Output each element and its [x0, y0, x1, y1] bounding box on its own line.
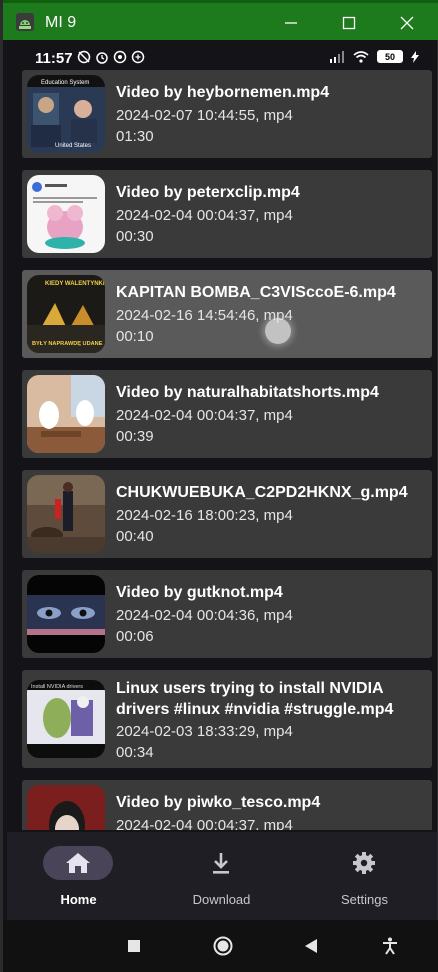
download-icon — [213, 853, 229, 874]
video-date: 2024-02-04 00:04:37, mp4 — [116, 817, 293, 830]
sync-icon — [113, 50, 127, 64]
thumbnail-caption-top: KIEDY WALENTYNKI — [45, 281, 105, 287]
video-list-item[interactable]: Video by piwko_tesco.mp4 2024-02-04 00:0… — [22, 780, 432, 830]
emulator-window: MI 9 11:57 50 Education System United St… — [0, 0, 438, 972]
video-title: Video by gutknot.mp4 — [116, 584, 283, 601]
video-thumbnail — [27, 785, 105, 830]
nav-home[interactable]: Home — [7, 832, 150, 920]
video-duration: 00:40 — [116, 528, 154, 545]
data-saver-icon — [131, 50, 145, 64]
phone-screen: 11:57 50 Education System United States … — [7, 40, 437, 920]
video-title: CHUKWUEBUKA_C2PD2HKNX_g.mp4 — [116, 484, 408, 501]
alarm-icon — [96, 52, 108, 64]
video-list-item-selected[interactable]: KIEDY WALENTYNKI BYŁY NAPRAWDĘ UDANE KAP… — [22, 270, 432, 358]
svg-text:Education System: Education System — [41, 80, 89, 86]
minimize-icon — [285, 22, 297, 24]
thumbnail-caption-bottom: BYŁY NAPRAWDĘ UDANE — [32, 341, 103, 347]
video-list[interactable]: Education System United States Video by … — [7, 70, 437, 830]
video-date: 2024-02-04 00:04:37, mp4 — [116, 207, 293, 224]
video-date: 2024-02-03 18:33:29, mp4 — [116, 723, 293, 740]
bottom-navigation: Home Download Settings — [7, 832, 437, 920]
dnd-off-icon — [77, 50, 91, 64]
accessibility-button[interactable] — [380, 936, 400, 956]
video-duration: 00:34 — [116, 744, 154, 761]
status-system-icons: 50 — [329, 50, 419, 63]
video-thumbnail — [27, 175, 105, 253]
nav-download-indicator — [186, 846, 256, 880]
video-date: 2024-02-04 00:04:36, mp4 — [116, 607, 293, 624]
video-list-item[interactable]: Education System United States Video by … — [22, 70, 432, 158]
video-duration: 00:06 — [116, 628, 154, 645]
video-thumbnail — [27, 475, 105, 553]
android-app-icon — [16, 13, 34, 31]
window-title: MI 9 — [45, 14, 77, 31]
nav-home-label: Home — [60, 892, 97, 907]
nav-download-label: Download — [192, 892, 251, 907]
maximize-icon — [342, 16, 356, 30]
signal-icon — [330, 50, 344, 63]
nav-download[interactable]: Download — [150, 832, 293, 920]
video-date: 2024-02-04 00:04:37, mp4 — [116, 407, 293, 424]
video-thumbnail — [27, 375, 105, 453]
charging-icon — [411, 50, 419, 63]
status-notification-icons — [77, 50, 145, 64]
close-icon — [400, 16, 414, 30]
accessibility-icon — [383, 937, 397, 955]
status-time: 11:57 — [35, 50, 73, 67]
video-thumbnail: Education System United States — [27, 75, 105, 153]
video-duration: 00:10 — [116, 328, 154, 345]
system-navigation-bar — [3, 920, 438, 972]
video-list-item[interactable]: Install NVIDIA drivers Linux users tryin… — [22, 670, 432, 768]
video-list-item[interactable]: CHUKWUEBUKA_C2PD2HKNX_g.mp4 2024-02-16 1… — [22, 470, 432, 558]
maximize-button[interactable] — [329, 9, 369, 37]
video-thumbnail — [27, 575, 105, 653]
video-date: 2024-02-07 10:44:55, mp4 — [116, 107, 293, 124]
battery-indicator: 50 — [377, 50, 403, 63]
video-duration: 01:30 — [116, 128, 154, 145]
status-bar: 11:57 50 — [7, 40, 437, 72]
home-system-button[interactable] — [213, 936, 233, 956]
video-title: Video by heybornemen.mp4 — [116, 84, 330, 101]
nav-settings-indicator — [329, 846, 399, 880]
wifi-icon — [353, 50, 369, 63]
video-title: Linux users trying to install NVIDIA dri… — [116, 680, 394, 718]
svg-text:Install NVIDIA drivers: Install NVIDIA drivers — [31, 684, 83, 690]
home-icon — [66, 853, 90, 873]
svg-text:United States: United States — [55, 143, 91, 149]
video-list-item[interactable]: Video by naturalhabitatshorts.mp4 2024-0… — [22, 370, 432, 458]
nav-settings-label: Settings — [341, 892, 388, 907]
back-button[interactable] — [301, 936, 321, 956]
touch-indicator — [265, 318, 291, 344]
gear-icon — [353, 852, 375, 874]
square-icon — [128, 940, 140, 952]
video-title: Video by naturalhabitatshorts.mp4 — [116, 384, 379, 401]
video-date: 2024-02-16 18:00:23, mp4 — [116, 507, 293, 524]
video-thumbnail: KIEDY WALENTYNKI BYŁY NAPRAWDĘ UDANE — [27, 275, 105, 353]
minimize-button[interactable] — [271, 9, 311, 37]
recents-button[interactable] — [124, 936, 144, 956]
back-triangle-icon — [305, 939, 317, 953]
video-duration: 00:30 — [116, 228, 154, 245]
nav-settings[interactable]: Settings — [293, 832, 436, 920]
video-thumbnail: Install NVIDIA drivers — [27, 680, 105, 758]
video-title: KAPITAN BOMBA_C3VISccoE-6.mp4 — [116, 284, 396, 301]
window-titlebar: MI 9 — [3, 0, 438, 40]
video-title: Video by piwko_tesco.mp4 — [116, 794, 321, 811]
video-list-item[interactable]: Video by peterxclip.mp4 2024-02-04 00:04… — [22, 170, 432, 258]
video-duration: 00:39 — [116, 428, 154, 445]
circle-home-icon — [213, 936, 233, 956]
video-title: Video by peterxclip.mp4 — [116, 184, 300, 201]
close-button[interactable] — [387, 9, 427, 37]
video-list-item[interactable]: Video by gutknot.mp4 2024-02-04 00:04:36… — [22, 570, 432, 658]
nav-home-indicator — [43, 846, 113, 880]
